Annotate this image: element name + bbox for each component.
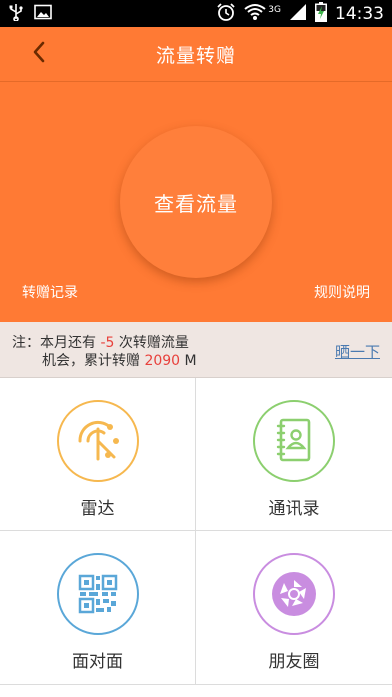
- network-type-label: 3G: [268, 4, 281, 15]
- notice-line-1: 注：本月还有 -5 次转赠流量: [12, 332, 189, 352]
- view-traffic-label: 查看流量: [154, 191, 238, 216]
- notice-line-2: 机会，累计转赠 2090 M: [42, 350, 197, 370]
- wifi-icon: [244, 3, 266, 25]
- notice-bar: 注：本月还有 -5 次转赠流量 机会，累计转赠 2090 M 晒一下: [0, 322, 392, 378]
- radar-icon: [56, 400, 139, 482]
- notice-unit: M: [180, 353, 197, 369]
- page-title: 流量转赠: [155, 44, 236, 67]
- view-traffic-button[interactable]: 查看流量: [120, 126, 272, 278]
- remaining-count: -5: [100, 335, 115, 351]
- status-bar: 3G 14:33: [0, 0, 392, 27]
- grid-item-label: 通讯录: [268, 499, 320, 519]
- grid-bottom-divider: [0, 684, 392, 685]
- share-link[interactable]: 晒一下: [335, 341, 380, 362]
- grid-item-label: 雷达: [80, 499, 115, 519]
- grid-item-label: 朋友圈: [268, 652, 320, 672]
- notice-middle: 次转赠流量: [114, 335, 189, 351]
- notice-line2-prefix: 机会，累计转赠: [42, 353, 145, 369]
- grid-item-radar[interactable]: 雷达: [0, 378, 196, 531]
- hero-section: 查看流量 转赠记录 规则说明: [0, 82, 392, 322]
- status-time: 14:33: [335, 3, 384, 24]
- grid-item-label: 面对面: [72, 652, 123, 672]
- aperture-icon: [253, 553, 335, 635]
- usb-icon: [8, 3, 24, 25]
- total-transferred: 2090: [144, 353, 181, 369]
- back-arrow-icon: [32, 41, 46, 67]
- alarm-icon: [216, 2, 236, 26]
- contacts-book-icon: [253, 400, 335, 482]
- notice-prefix: 注：本月还有: [12, 335, 101, 351]
- grid-item-moments[interactable]: 朋友圈: [196, 531, 392, 684]
- signal-icon: [289, 3, 307, 25]
- transfer-method-grid: 雷达 通讯录 面对面 朋友圈: [0, 378, 392, 697]
- back-button[interactable]: [22, 37, 56, 71]
- qr-code-icon: [56, 553, 139, 635]
- transfer-history-link[interactable]: 转赠记录: [22, 282, 78, 302]
- battery-charging-icon: [315, 1, 327, 26]
- grid-item-face-to-face[interactable]: 面对面: [0, 531, 196, 684]
- header-bar: 流量转赠: [0, 27, 392, 82]
- rules-link[interactable]: 规则说明: [314, 282, 370, 302]
- image-icon: [34, 4, 52, 24]
- grid-item-contacts[interactable]: 通讯录: [196, 378, 392, 531]
